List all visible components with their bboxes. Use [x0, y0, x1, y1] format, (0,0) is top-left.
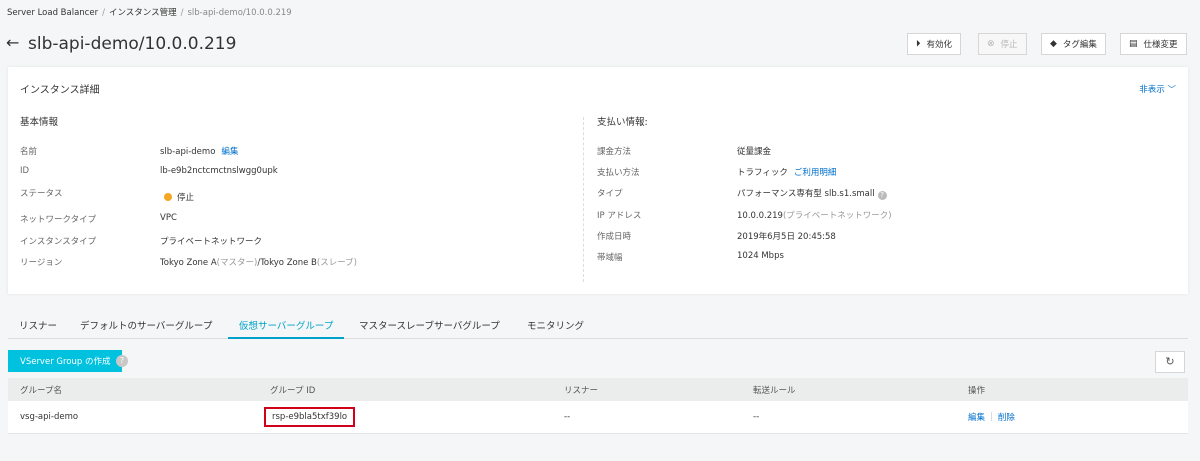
help-icon[interactable]: ? — [877, 191, 887, 200]
breadcrumb-instance-management[interactable]: インスタンス管理 — [109, 8, 177, 18]
breadcrumb-server-load-balancer[interactable]: Server Load Balancer — [7, 8, 98, 18]
instance-details-card: インスタンス詳細 非表示 ﹀ 基本情報 名前 slb-api-demo 編集 ID… — [8, 67, 1188, 294]
tag-icon: ◆ — [1050, 39, 1057, 49]
header-forward-rule: 転送ルール — [753, 385, 796, 396]
play-circle-icon: ⏵ — [916, 39, 921, 49]
refresh-button[interactable]: ↻ — [1155, 351, 1185, 373]
name-text: slb-api-demo — [160, 147, 216, 157]
region-key: リージョン — [20, 258, 63, 268]
status-key: ステータス — [20, 189, 63, 199]
type-key: タイプ — [597, 189, 623, 199]
breadcrumb-current: slb-api-demo/10.0.0.219 — [187, 8, 292, 18]
instance-type-value: プライベートネットワーク — [160, 237, 263, 247]
back-arrow-icon[interactable]: ← — [6, 33, 19, 53]
billing-info-title: 支払い情報: — [597, 117, 648, 128]
tab-bar: リスナー デフォルトのサーバーグループ 仮想サーバーグループ マスタースレーブサ… — [8, 320, 1188, 339]
create-vserver-group-button[interactable]: VServer Group の作成 — [8, 350, 123, 372]
tag-edit-button[interactable]: ◆ タグ編集 — [1041, 33, 1106, 55]
bandwidth-value: 1024 Mbps — [737, 251, 784, 261]
breadcrumb-separator: / — [180, 8, 184, 18]
payment-method-text: トラフィック — [737, 168, 788, 178]
bandwidth-key: 帯域幅 — [597, 253, 623, 263]
stop-button[interactable]: ⊗ 停止 — [978, 33, 1027, 55]
instance-details-title: インスタンス詳細 — [20, 85, 100, 96]
breadcrumb: Server Load Balancer / インスタンス管理 / slb-api-de… — [7, 6, 292, 18]
enable-button-label: 有効化 — [926, 40, 953, 50]
chevron-down-icon: ﹀ — [1167, 85, 1176, 95]
region-value: Tokyo Zone A(マスター)/Tokyo Zone B(スレーブ) — [160, 256, 357, 268]
ip-address-key: IP アドレス — [597, 211, 642, 221]
spec-icon: ▤ — [1129, 39, 1138, 49]
name-value: slb-api-demo 編集 — [160, 145, 238, 157]
tag-edit-button-label: タグ編集 — [1062, 40, 1097, 50]
enable-button[interactable]: ⏵ 有効化 — [907, 33, 962, 55]
group-id-cell: rsp-e9bla5txf39lo — [264, 401, 356, 433]
created-value: 2019年6月5日 20:45:58 — [737, 232, 836, 242]
hide-details-label: 非表示 — [1139, 85, 1165, 95]
stop-circle-icon: ⊗ — [987, 39, 995, 49]
payment-method-key: 支払い方法 — [597, 168, 640, 178]
table-row: vsg-api-demo rsp-e9bla5txf39lo -- -- 編集 |… — [8, 401, 1188, 434]
tab-master-slave-server-group[interactable]: マスタースレーブサーバグループ — [348, 320, 511, 339]
network-type-value: VPC — [160, 213, 177, 223]
billing-method-value: 従量課金 — [737, 147, 772, 157]
stop-button-label: 停止 — [1000, 40, 1018, 50]
status-value: 停止 — [164, 191, 194, 203]
billing-method-key: 課金方法 — [597, 147, 632, 157]
region-main: Tokyo Zone A — [160, 258, 217, 268]
header-actions: 操作 — [968, 385, 986, 396]
type-spec: slb.s1.small — [824, 189, 875, 199]
actions-cell: 編集 | 削除 — [968, 401, 1015, 433]
edit-link[interactable]: 編集 — [968, 411, 985, 423]
breadcrumb-separator: / — [102, 8, 105, 18]
tab-default-server-group[interactable]: デフォルトのサーバーグループ — [69, 320, 223, 339]
network-type-key: ネットワークタイプ — [20, 215, 97, 225]
section-divider — [583, 117, 584, 282]
tab-virtual-server-group[interactable]: 仮想サーバーグループ — [228, 320, 345, 339]
id-key: ID — [20, 166, 30, 176]
listener-cell: -- — [564, 412, 571, 422]
action-separator: | — [990, 412, 993, 422]
ip-text: 10.0.0.219 — [737, 211, 783, 221]
status-dot-icon — [164, 193, 172, 201]
region-sub: Tokyo Zone B — [260, 258, 317, 268]
status-text: 停止 — [177, 193, 195, 203]
name-key: 名前 — [20, 147, 38, 157]
refresh-icon: ↻ — [1165, 355, 1175, 368]
hide-details-toggle[interactable]: 非表示 ﹀ — [1139, 83, 1176, 95]
spec-change-button-label: 仕様変更 — [1143, 40, 1178, 50]
type-text: パフォーマンス専有型 — [737, 189, 822, 199]
group-id-highlight: rsp-e9bla5txf39lo — [264, 407, 356, 427]
payment-method-value: トラフィック ご利用明細 — [737, 166, 836, 178]
tab-listener[interactable]: リスナー — [8, 320, 68, 339]
header-listener: リスナー — [564, 385, 599, 396]
delete-link[interactable]: 削除 — [998, 411, 1015, 423]
ip-note: (プライベートネットワーク) — [782, 211, 892, 221]
id-value: lb-e9b2nctcmctnslwgg0upk — [160, 166, 278, 176]
created-key: 作成日時 — [597, 232, 632, 242]
help-icon[interactable]: ? — [116, 355, 128, 367]
vserver-group-table: グループ名 グループ ID リスナー 転送ルール 操作 vsg-api-demo… — [8, 378, 1188, 434]
spec-change-button[interactable]: ▤ 仕様変更 — [1120, 33, 1187, 55]
header-group-name: グループ名 — [20, 385, 62, 396]
group-name-cell: vsg-api-demo — [20, 412, 79, 422]
type-value: パフォーマンス専有型 slb.s1.small? — [737, 187, 887, 200]
instance-type-key: インスタンスタイプ — [20, 237, 97, 247]
forward-rule-cell: -- — [753, 412, 760, 422]
tab-monitoring[interactable]: モニタリング — [516, 320, 595, 339]
ip-address-value: 10.0.0.219(プライベートネットワーク) — [737, 209, 892, 221]
name-edit-link[interactable]: 編集 — [221, 147, 238, 157]
table-header: グループ名 グループ ID リスナー 転送ルール 操作 — [8, 378, 1188, 401]
payment-detail-link[interactable]: ご利用明細 — [794, 168, 837, 178]
region-sub-role: (スレーブ) — [316, 258, 357, 268]
header-group-id: グループ ID — [270, 385, 316, 396]
page-title: slb-api-demo/10.0.0.219 — [28, 34, 237, 54]
region-main-role: (マスター) — [216, 258, 258, 268]
basic-info-title: 基本情報 — [20, 117, 59, 128]
